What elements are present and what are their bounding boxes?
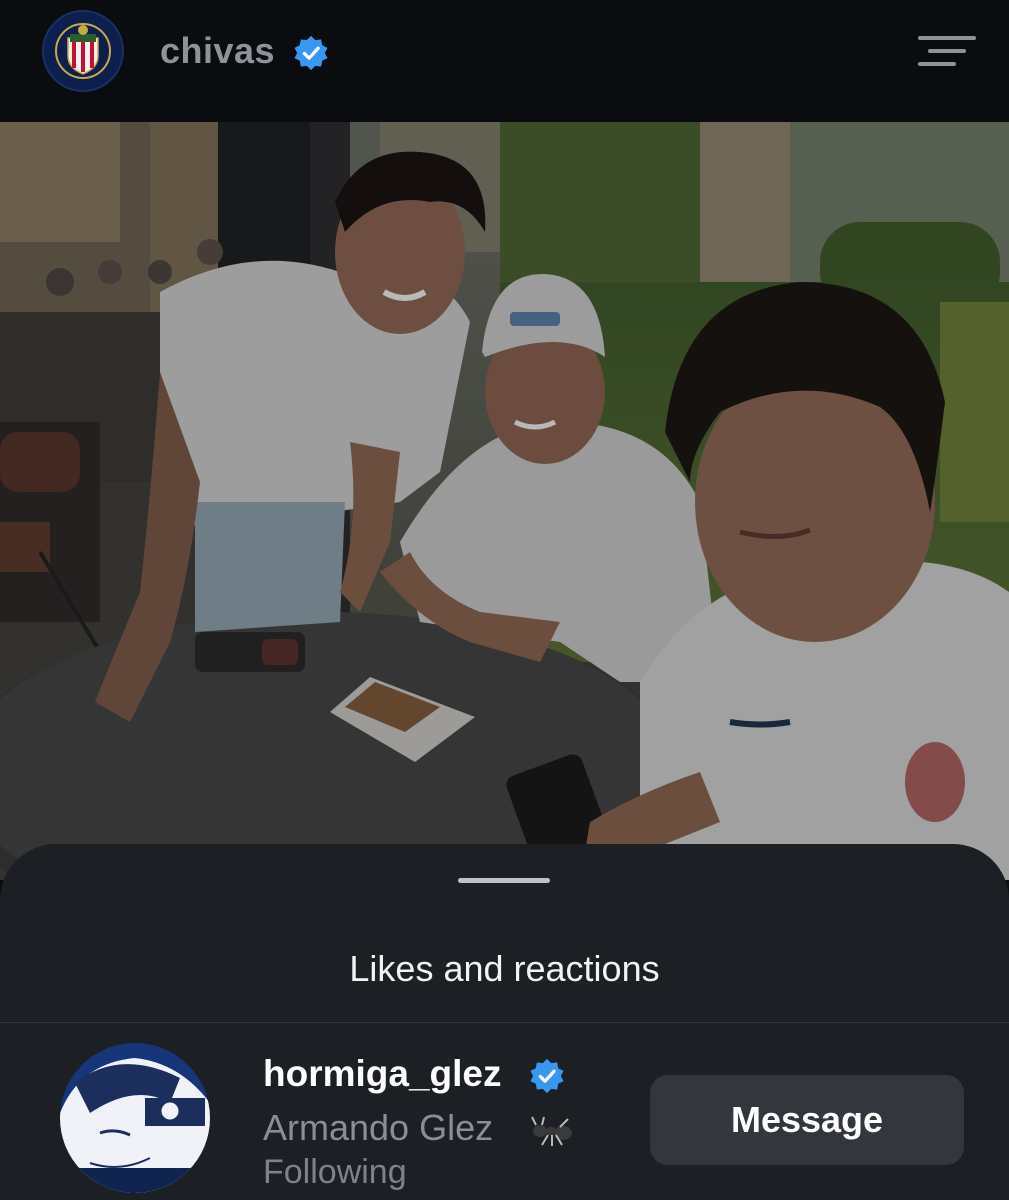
profile-header: chivas xyxy=(0,0,1009,122)
user-avatar[interactable] xyxy=(60,1043,210,1193)
likes-bottom-sheet: Likes and reactions hormiga_glez Armando… xyxy=(0,844,1009,1200)
liker-username[interactable]: hormiga_glez xyxy=(263,1053,502,1095)
verified-badge-icon xyxy=(530,1058,564,1094)
chivas-crest-icon xyxy=(46,14,120,88)
message-button[interactable]: Message xyxy=(650,1075,964,1165)
post-photo[interactable] xyxy=(0,122,1009,880)
ant-emoji-icon xyxy=(531,1116,572,1146)
hamburger-menu-icon[interactable] xyxy=(918,34,976,68)
liker-display-name: Armando Glez xyxy=(263,1107,494,1148)
sheet-title: Likes and reactions xyxy=(349,948,660,989)
sheet-drag-handle[interactable] xyxy=(458,878,550,883)
post-image xyxy=(0,122,1009,880)
profile-username[interactable]: chivas xyxy=(160,30,275,72)
list-item[interactable]: hormiga_glez Armando Glez Following Mess… xyxy=(0,1023,1009,1200)
verified-badge-icon xyxy=(294,35,328,71)
profile-avatar[interactable] xyxy=(42,10,124,92)
anime-avatar-image xyxy=(60,1043,210,1193)
follow-status: Following xyxy=(263,1153,407,1191)
